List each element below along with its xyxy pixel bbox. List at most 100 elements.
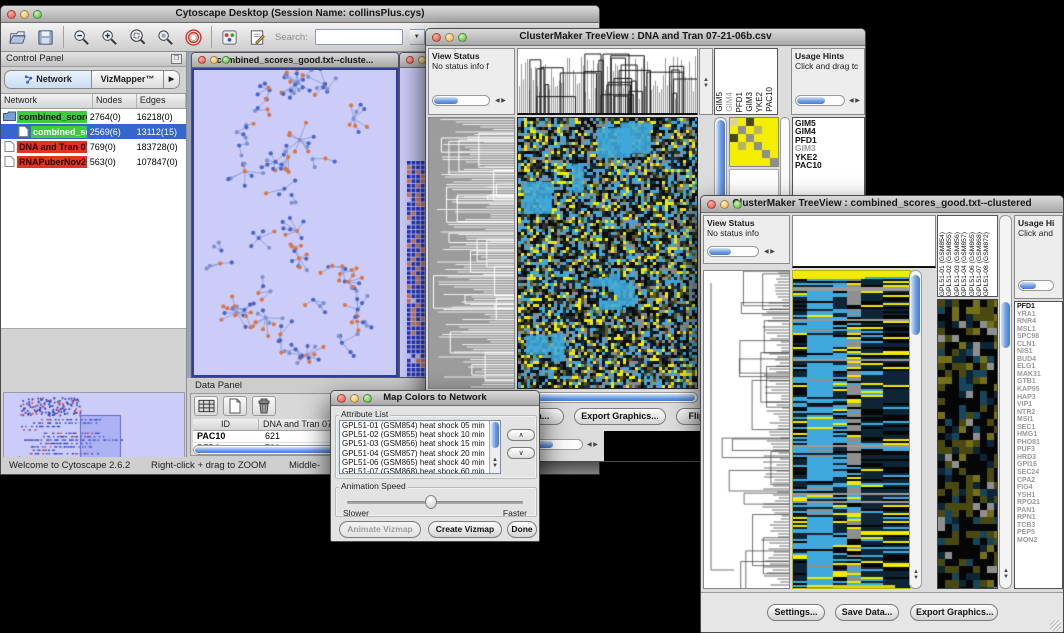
row-label[interactable]: HRD3 — [1017, 454, 1060, 462]
annotation-icon[interactable] — [247, 27, 268, 48]
frame1-title-bar[interactable]: combined_scores_good.txt--cluste... — [192, 53, 398, 68]
tv1-heatmap-hscrollbar[interactable] — [517, 392, 698, 403]
column-label[interactable]: GPL51-04 (GSM857) — [961, 232, 968, 296]
save-data-button[interactable]: Save Data... — [835, 604, 899, 621]
row-label[interactable]: MON2 — [1017, 537, 1060, 545]
help-ring-icon[interactable] — [183, 27, 204, 48]
settings-button[interactable]: Settings... — [767, 604, 825, 621]
row-label[interactable]: MSI1 — [1017, 416, 1060, 424]
row-label[interactable]: GPI16 — [1017, 461, 1060, 469]
column-label[interactable]: GPL51-06 (GSM865) — [969, 232, 976, 296]
main-title-bar[interactable]: Cytoscape Desktop (Session Name: collins… — [1, 6, 599, 23]
dialog-title-bar[interactable]: Map Colors to Network — [331, 391, 539, 406]
column-label[interactable]: GIM4 — [726, 92, 734, 112]
network-view-frame-1[interactable]: combined_scores_good.txt--cluste... — [191, 52, 399, 378]
scroll-arrows-icon[interactable]: ◀ ▶ — [495, 98, 506, 104]
zoom-out-icon[interactable] — [71, 27, 92, 48]
tab-vizmapper[interactable]: VizMapper™ — [92, 70, 164, 89]
attribute-list-item[interactable]: GPL51-04 (GSM857) heat shock 20 min — [340, 449, 500, 458]
tv2-column-labels[interactable]: GPL51-01 (GSM854)GPL51-02 (GSM855)GPL51-… — [937, 215, 998, 297]
vizmap-shortcut-icon[interactable] — [219, 27, 240, 48]
scroll-arrows-icon[interactable]: ◀ ▶ — [764, 249, 775, 255]
network-row[interactable]: combined_sco 2569(6) 13112(15) — [1, 124, 186, 139]
create-vizmap-button[interactable]: Create Vizmap — [428, 521, 502, 538]
tv1-row-dendrogram[interactable] — [428, 117, 515, 389]
zoom-in-icon[interactable] — [99, 27, 120, 48]
column-label[interactable]: PFD1 — [736, 92, 744, 112]
row-label[interactable]: MAK31 — [1017, 371, 1060, 379]
open-folder-icon[interactable] — [7, 27, 28, 48]
column-label[interactable]: GPL51-02 (GSM855) — [946, 232, 953, 296]
row-label[interactable]: SEC24 — [1017, 469, 1060, 477]
tv1-heatmap-canvas[interactable] — [518, 118, 697, 388]
tv2-row-dendrogram[interactable] — [703, 270, 790, 589]
animate-vizmap-button[interactable]: Animate Vizmap — [339, 521, 421, 538]
move-up-button[interactable]: ∧ — [507, 429, 535, 441]
column-label[interactable]: GIM3 — [746, 92, 754, 112]
float-panel-icon[interactable]: ❐ — [171, 54, 182, 64]
export-graphics-button[interactable]: Export Graphics... — [910, 604, 998, 621]
tv2-heatmap-canvas[interactable] — [793, 271, 910, 588]
row-label[interactable]: CLN1 — [1017, 341, 1060, 349]
tv2-labels-vscrollbar[interactable]: ▲▼ — [999, 215, 1012, 589]
move-down-button[interactable]: ∨ — [507, 447, 535, 459]
row-label[interactable]: NTR2 — [1017, 409, 1060, 417]
window-controls[interactable] — [337, 394, 372, 403]
row-label[interactable]: RNR4 — [1017, 318, 1060, 326]
window-controls[interactable] — [432, 33, 467, 42]
column-label[interactable]: GIM5 — [716, 92, 724, 112]
attribute-list-item[interactable]: GPL51-02 (GSM855) heat shock 10 min — [340, 430, 500, 439]
column-label[interactable]: GPL51-08 (GSM872) — [983, 232, 990, 296]
network-canvas[interactable] — [194, 70, 396, 375]
tv2-secondary-heatmap[interactable] — [937, 299, 998, 589]
row-label[interactable]: GTB1 — [1017, 378, 1060, 386]
tv2-row-dendrogram-canvas[interactable] — [704, 271, 789, 588]
search-input[interactable] — [315, 29, 403, 45]
search-dropdown-icon[interactable]: ▼ — [410, 29, 425, 45]
tv1-heatmap[interactable] — [517, 117, 698, 389]
attribute-listbox[interactable]: GPL51-01 (GSM854) heat shock 05 minGPL51… — [339, 420, 501, 474]
row-label[interactable]: MSL1 — [1017, 326, 1060, 334]
attribute-list-item[interactable]: GPL51-07 (GSM868) heat shock 60 min — [340, 467, 500, 474]
row-label[interactable]: RPO21 — [1017, 499, 1060, 507]
attribute-list-item[interactable]: GPL51-03 (GSM856) heat shock 15 min — [340, 439, 500, 448]
row-label[interactable]: PAN1 — [1017, 507, 1060, 515]
resize-grip[interactable] — [1050, 620, 1061, 631]
tv1-similarity-heatmap[interactable] — [729, 117, 779, 167]
column-label[interactable]: PAC10 — [766, 87, 774, 112]
tv1-status-hscrollbar[interactable] — [432, 95, 490, 106]
row-label[interactable]: SPC98 — [1017, 333, 1060, 341]
scroll-arrows-icon[interactable]: ◀ ▶ — [849, 98, 860, 104]
attribute-list-scrollbar[interactable]: ▲▼ — [489, 421, 500, 473]
row-label[interactable]: KAP95 — [1017, 386, 1060, 394]
treeview1-title-bar[interactable]: ClusterMaker TreeView : DNA and Tran 07-… — [426, 29, 865, 46]
window-controls[interactable] — [198, 56, 230, 64]
row-label[interactable]: CPA2 — [1017, 477, 1060, 485]
network-row[interactable]: combined_scores_ 2764(0) 16218(0) — [1, 109, 186, 124]
tv2-secondary-heatmap-canvas[interactable] — [938, 300, 997, 588]
attribute-list-item[interactable]: GPL51-01 (GSM854) heat shock 05 min — [340, 421, 500, 430]
tv1-similarity-canvas[interactable] — [730, 118, 778, 166]
delete-attribute-icon[interactable] — [252, 396, 276, 416]
network-row[interactable]: RNAPuberNov2+ 563(0) 107847(0) — [1, 154, 186, 169]
row-label[interactable]: VIP1 — [1017, 401, 1060, 409]
row-label[interactable]: FIG4 — [1017, 484, 1060, 492]
row-label[interactable]: YRA1 — [1017, 311, 1060, 319]
scroll-arrows-icon[interactable]: ◀ ▶ — [587, 442, 598, 448]
row-label[interactable]: PAC10 — [795, 161, 862, 169]
tv2-heatmap-vscrollbar[interactable]: ▲▼ — [909, 270, 922, 589]
tv1-column-dendrogram-canvas[interactable] — [518, 49, 697, 113]
tab-network[interactable]: Network — [4, 70, 92, 89]
row-label[interactable]: HAP3 — [1017, 394, 1060, 402]
export-graphics-button[interactable]: Export Graphics... — [574, 408, 666, 425]
window-controls[interactable] — [707, 200, 742, 209]
tv1-row-dendrogram-canvas[interactable] — [429, 118, 514, 388]
treeview2-title-bar[interactable]: ClusterMaker TreeView : combined_scores_… — [701, 196, 1063, 213]
spinner-arrows-icon[interactable]: ▲▼ — [703, 77, 709, 89]
network-row[interactable]: DNA and Tran 07 769(0) 183728(0) — [1, 139, 186, 154]
new-attribute-icon[interactable] — [223, 396, 247, 416]
tv1-usage-hscrollbar[interactable] — [795, 95, 845, 106]
row-label[interactable]: TCB3 — [1017, 522, 1060, 530]
row-label[interactable]: YSH1 — [1017, 492, 1060, 500]
tv2-column-dendrogram[interactable] — [792, 215, 936, 268]
